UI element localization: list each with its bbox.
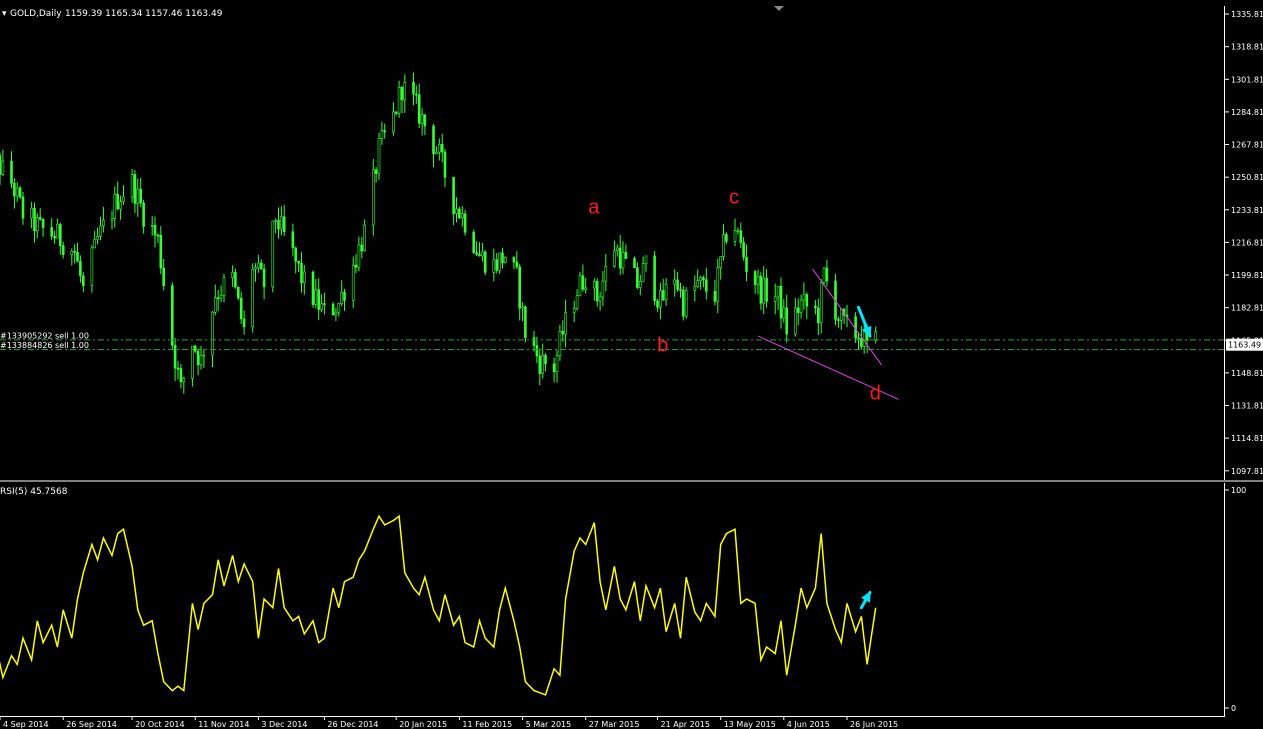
candle <box>653 251 656 306</box>
candle <box>271 220 275 293</box>
price-tick-label: 1148.81 <box>1231 369 1263 378</box>
time-tick-label: 5 Mar 2015 <box>526 720 572 729</box>
price-tick-label: 1182.81 <box>1231 304 1263 313</box>
chart-canvas[interactable]: #133905292 sell 1.00#133884826 sell 1.00… <box>0 0 1263 729</box>
current-price-text: 1163.49 <box>1228 341 1261 350</box>
symbol-title: GOLD,Daily <box>10 9 62 19</box>
wave-label-a[interactable]: a <box>588 196 600 218</box>
candle <box>237 286 240 300</box>
candle <box>578 272 582 297</box>
time-tick-label: 3 Dec 2014 <box>261 720 307 729</box>
candle <box>90 245 94 293</box>
chart-window[interactable]: #133905292 sell 1.00 #133884826 sell 1.00… <box>0 0 1263 729</box>
wave-label-c[interactable]: c <box>729 187 739 209</box>
candle <box>681 286 685 321</box>
price-tick-label: 1301.81 <box>1231 75 1263 84</box>
price-tick-label: 1250.81 <box>1231 173 1263 182</box>
candle <box>503 256 507 264</box>
rsi-tick-label: 0 <box>1231 704 1236 713</box>
current-price-label: 1163.49 <box>1226 338 1263 351</box>
candle <box>18 185 22 200</box>
time-tick-label: 4 Jun 2015 <box>787 720 830 729</box>
rsi-tick-label: 100 <box>1231 486 1246 495</box>
price-tick-label: 1131.81 <box>1231 402 1263 411</box>
price-tick-label: 1097.81 <box>1231 467 1263 476</box>
time-tick-label: 26 Sep 2014 <box>66 720 117 729</box>
time-tick-label: 4 Sep 2014 <box>3 720 49 729</box>
rsi-title: RSI(5) 45.7568 <box>0 487 68 497</box>
symbol-menu-icon[interactable]: ▾ <box>2 9 7 19</box>
time-tick-label: 20 Oct 2014 <box>135 720 184 729</box>
price-tick-label: 1267.81 <box>1231 141 1263 150</box>
price-tick-label: 1284.81 <box>1231 108 1263 117</box>
ohlc-readout: 1159.39 1165.34 1157.46 1163.49 <box>65 9 223 19</box>
time-tick-label: 20 Jan 2015 <box>399 720 447 729</box>
candle <box>311 270 315 308</box>
candle <box>483 250 487 276</box>
chart-background <box>0 0 1263 729</box>
time-tick-label: 13 May 2015 <box>724 720 776 729</box>
price-tick-label: 1335.81 <box>1231 10 1263 19</box>
price-tick-label: 1199.81 <box>1231 271 1263 280</box>
candle <box>463 210 467 236</box>
price-tick-label: 1318.81 <box>1231 43 1263 52</box>
time-tick-label: 11 Nov 2014 <box>198 720 249 729</box>
candle <box>331 302 335 316</box>
time-tick-label: 26 Dec 2014 <box>327 720 378 729</box>
time-tick-label: 26 Jun 2015 <box>850 720 898 729</box>
wave-label-b[interactable]: b <box>657 334 668 356</box>
order-label: #133905292 sell 1.00 <box>0 331 89 340</box>
candle <box>371 159 375 236</box>
time-tick-label: 27 Mar 2015 <box>589 720 640 729</box>
candle <box>472 229 476 254</box>
price-axis[interactable]: 1335.81 1318.81 1301.81 1284.81 1267.81 1250.… <box>1224 6 1263 480</box>
candle <box>684 287 688 319</box>
candle <box>458 206 461 219</box>
candle <box>251 263 254 333</box>
candle <box>377 132 381 180</box>
candle <box>524 305 527 343</box>
price-tick-label: 1233.81 <box>1231 206 1263 215</box>
price-tick-label: 1216.81 <box>1231 238 1263 247</box>
order-label: #133884826 sell 1.00 <box>0 341 89 350</box>
time-tick-label: 11 Feb 2015 <box>462 720 512 729</box>
price-tick-label: 1114.81 <box>1231 434 1263 443</box>
wave-label-d[interactable]: d <box>870 382 881 404</box>
time-tick-label: 21 Apr 2015 <box>661 720 710 729</box>
